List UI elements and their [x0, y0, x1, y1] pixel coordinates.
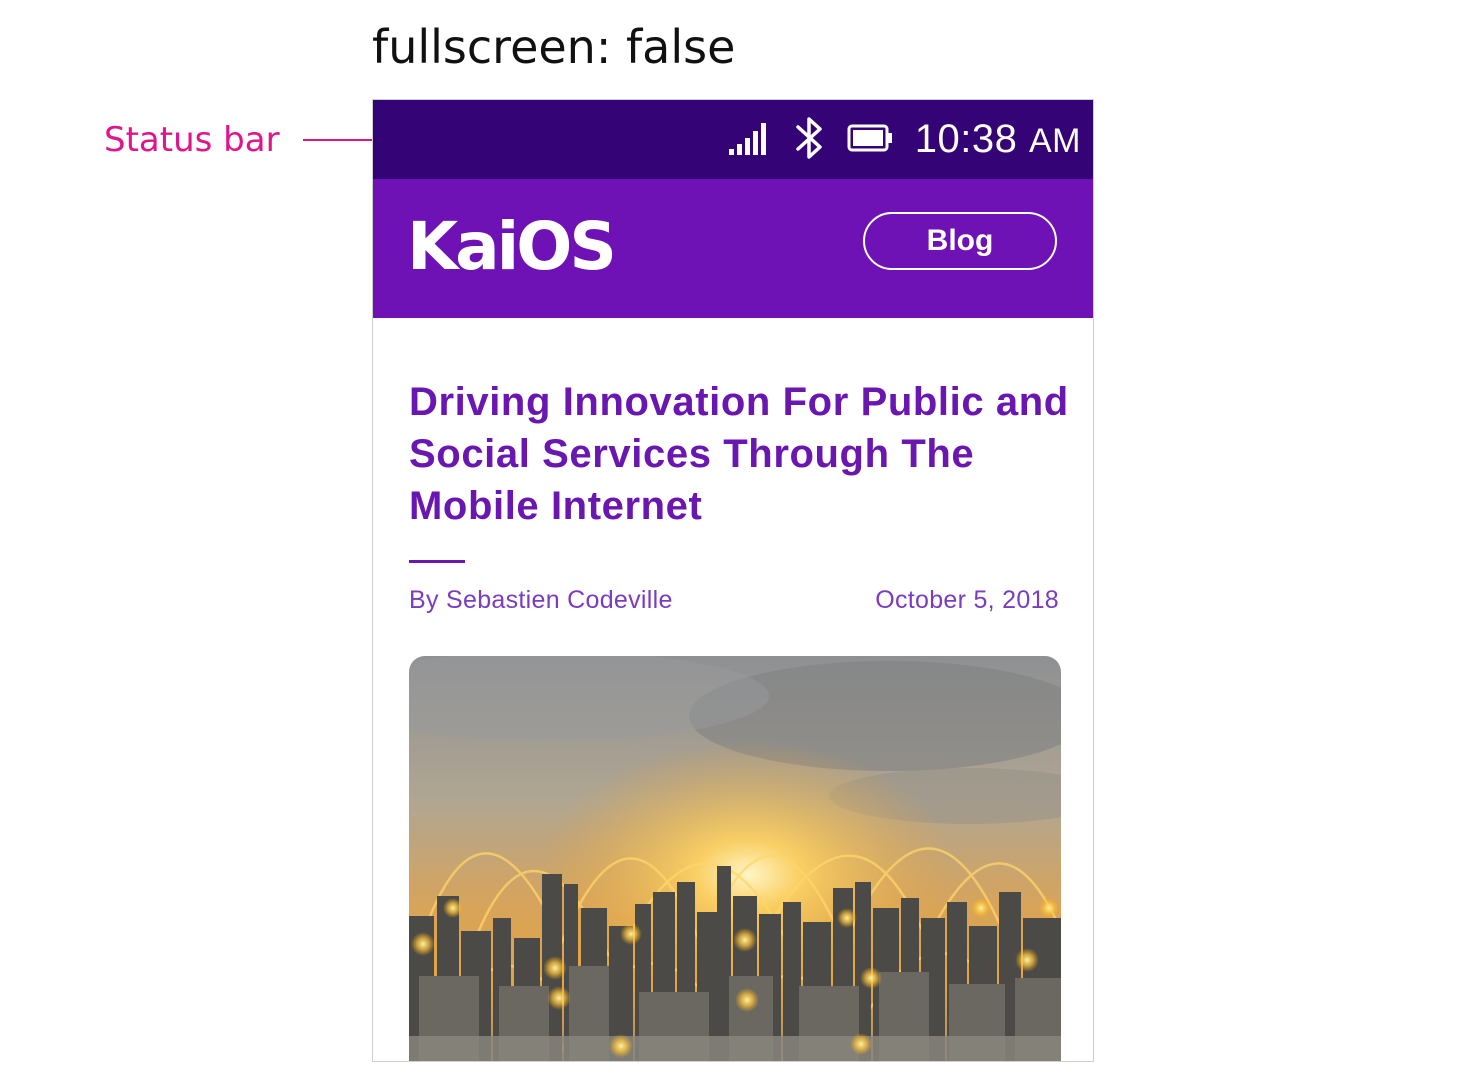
battery-icon — [847, 123, 893, 157]
bluetooth-icon — [795, 113, 825, 167]
article-title[interactable]: Driving Innovation For Public and Social… — [409, 376, 1079, 532]
status-clock: 10:38 AM — [915, 117, 1081, 162]
device-screen: 10:38 AM KaiOS Blog Driving Innovation F… — [372, 99, 1094, 1062]
status-icons: 10:38 AM — [728, 100, 1081, 179]
clock-time: 10:38 — [914, 117, 1018, 161]
page-caption: fullscreen: false — [372, 20, 736, 74]
status-bar: 10:38 AM — [373, 100, 1093, 179]
logo-text: KaiOS — [407, 211, 614, 277]
city-skyline-image — [409, 656, 1061, 1061]
article-date: October 5, 2018 — [875, 586, 1059, 614]
blog-button[interactable]: Blog — [863, 212, 1057, 270]
clock-ampm: AM — [1029, 122, 1081, 160]
signal-icon — [728, 121, 773, 159]
article-hero-image[interactable] — [409, 656, 1061, 1061]
kaios-logo[interactable]: KaiOS — [407, 208, 639, 285]
site-header: KaiOS Blog — [373, 179, 1093, 318]
article-author: By Sebastien Codeville — [409, 586, 673, 614]
annotation-leader-line — [303, 139, 373, 141]
title-divider — [409, 560, 465, 563]
status-bar-annotation-label: Status bar — [104, 120, 280, 160]
